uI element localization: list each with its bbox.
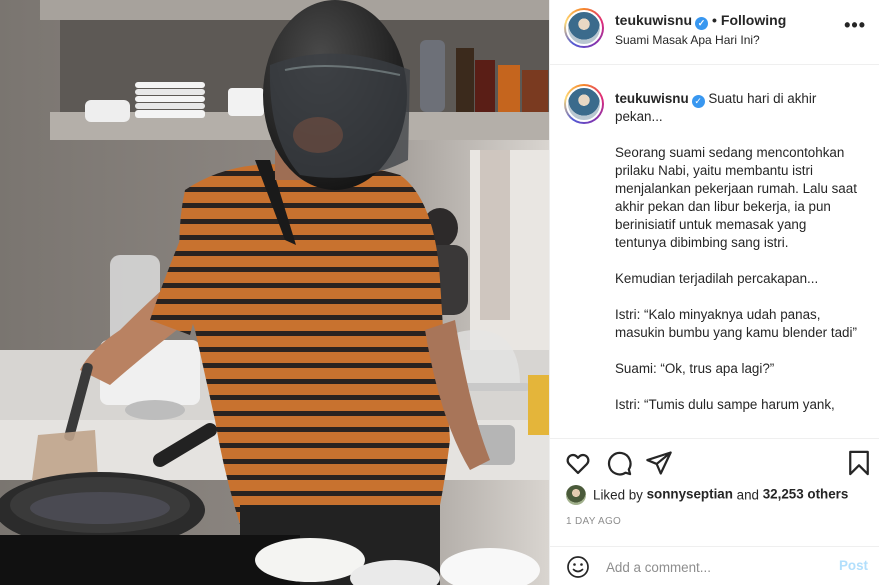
post-header: teukuwisnu ✓ • Following Suami Masak Apa Ha… [550,0,879,65]
likes-middle: and [732,487,763,503]
cooking-photo [0,0,549,585]
comment-input[interactable] [606,556,826,578]
author-line: teukuwisnu ✓ • Following [615,12,786,30]
smiley-icon[interactable] [566,555,590,579]
post-image[interactable] [0,0,549,585]
post-location[interactable]: Suami Masak Apa Hari Ini? [615,33,760,47]
caption-username[interactable]: teukuwisnu [615,91,689,106]
likes-prefix: Liked by [593,487,647,503]
comment-icon[interactable] [605,449,633,477]
post-side-panel: teukuwisnu ✓ • Following Suami Masak Apa Ha… [549,0,879,585]
likes-count[interactable]: 32,253 others [763,487,849,502]
separator-dot: • [712,12,717,28]
caption-verified-badge-icon: ✓ [691,95,705,108]
post-timestamp[interactable]: 1 DAY AGO [566,516,621,527]
more-options-icon[interactable]: ••• [844,16,866,34]
comment-bar: Post [550,546,879,585]
liker-avatar[interactable] [566,485,586,505]
verified-badge-icon: ✓ [695,17,709,30]
post-comment-button[interactable]: Post [839,558,868,573]
heart-icon[interactable] [564,449,592,477]
caption-text-block: teukuwisnu ✓ Suatu hari di akhir pekan...… [615,90,860,414]
caption-body: Suatu hari di akhir pekan... Seorang sua… [615,91,857,412]
caption-author-avatar[interactable] [564,84,604,124]
author-avatar[interactable] [564,8,604,48]
author-username[interactable]: teukuwisnu [615,12,692,28]
share-icon[interactable] [645,449,673,477]
bookmark-icon[interactable] [845,449,873,477]
following-button[interactable]: Following [721,12,786,28]
liker-username[interactable]: sonnyseptian [647,487,733,502]
likes-summary: Liked by sonnyseptian and 32,253 others [566,485,848,509]
caption-section: teukuwisnu ✓ Suatu hari di akhir pekan...… [550,66,879,438]
